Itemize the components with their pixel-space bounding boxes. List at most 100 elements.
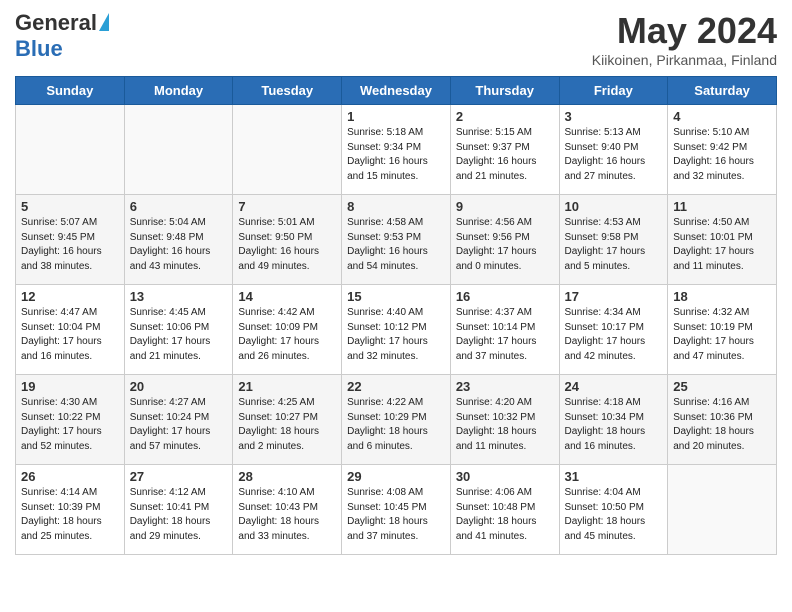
calendar-week-5: 26 Sunrise: 4:14 AM Sunset: 10:39 PM Dayl…: [16, 465, 777, 555]
day-number: 27: [130, 469, 228, 484]
cell-info: Sunrise: 5:13 AM Sunset: 9:40 PM Dayligh…: [565, 126, 663, 184]
day-number: 24: [565, 379, 663, 394]
cell-info: Sunrise: 5:15 AM Sunset: 9:37 PM Dayligh…: [456, 126, 554, 184]
header-thursday: Thursday: [450, 77, 559, 105]
calendar-cell: 30 Sunrise: 4:06 AM Sunset: 10:48 PM Dayl…: [450, 465, 559, 555]
calendar-table: SundayMondayTuesdayWednesdayThursdayFrid…: [15, 76, 777, 555]
logo-general-text: General: [15, 10, 97, 36]
cell-info: Sunrise: 4:14 AM Sunset: 10:39 PM Daylig…: [21, 486, 119, 544]
day-number: 15: [347, 289, 445, 304]
day-number: 2: [456, 109, 554, 124]
day-number: 14: [238, 289, 336, 304]
cell-info: Sunrise: 4:06 AM Sunset: 10:48 PM Daylig…: [456, 486, 554, 544]
cell-info: Sunrise: 4:47 AM Sunset: 10:04 PM Daylig…: [21, 306, 119, 364]
calendar-cell: 10 Sunrise: 4:53 AM Sunset: 9:58 PM Dayli…: [559, 195, 668, 285]
calendar-cell: 14Sunrise: 4:42 AM Sunset: 10:09 PM Dayl…: [233, 285, 342, 375]
cell-info: Sunrise: 4:45 AM Sunset: 10:06 PM Daylig…: [130, 306, 228, 364]
calendar-cell: 7 Sunrise: 5:01 AM Sunset: 9:50 PM Daylig…: [233, 195, 342, 285]
calendar-cell: 8Sunrise: 4:58 AM Sunset: 9:53 PM Daylig…: [342, 195, 451, 285]
cell-info: Sunrise: 5:18 AM Sunset: 9:34 PM Dayligh…: [347, 126, 445, 184]
cell-info: Sunrise: 4:20 AM Sunset: 10:32 PM Daylig…: [456, 396, 554, 454]
calendar-cell: 17 Sunrise: 4:34 AM Sunset: 10:17 PM Dayl…: [559, 285, 668, 375]
calendar-week-1: 1 Sunrise: 5:18 AM Sunset: 9:34 PM Daylig…: [16, 105, 777, 195]
day-number: 13: [130, 289, 228, 304]
day-number: 16: [456, 289, 554, 304]
day-number: 3: [565, 109, 663, 124]
calendar-cell: [16, 105, 125, 195]
day-number: 9: [456, 199, 554, 214]
calendar-cell: [668, 465, 777, 555]
day-number: 17: [565, 289, 663, 304]
header-wednesday: Wednesday: [342, 77, 451, 105]
cell-info: Sunrise: 4:16 AM Sunset: 10:36 PM Daylig…: [673, 396, 771, 454]
day-number: 30: [456, 469, 554, 484]
page-header: General Blue May 2024 Kiikoinen, Pirkanm…: [15, 10, 777, 68]
cell-info: Sunrise: 4:34 AM Sunset: 10:17 PM Daylig…: [565, 306, 663, 364]
calendar-cell: [124, 105, 233, 195]
day-number: 25: [673, 379, 771, 394]
day-number: 7: [238, 199, 336, 214]
day-number: 12: [21, 289, 119, 304]
cell-info: Sunrise: 5:10 AM Sunset: 9:42 PM Dayligh…: [673, 126, 771, 184]
calendar-cell: 28 Sunrise: 4:10 AM Sunset: 10:43 PM Dayl…: [233, 465, 342, 555]
calendar-cell: 6Sunrise: 5:04 AM Sunset: 9:48 PM Daylig…: [124, 195, 233, 285]
month-title: May 2024: [592, 10, 777, 52]
calendar-cell: [233, 105, 342, 195]
calendar-cell: 11 Sunrise: 4:50 AM Sunset: 10:01 PM Dayl…: [668, 195, 777, 285]
day-number: 26: [21, 469, 119, 484]
cell-info: Sunrise: 4:22 AM Sunset: 10:29 PM Daylig…: [347, 396, 445, 454]
cell-info: Sunrise: 4:50 AM Sunset: 10:01 PM Daylig…: [673, 216, 771, 274]
day-number: 29: [347, 469, 445, 484]
cell-info: Sunrise: 4:12 AM Sunset: 10:41 PM Daylig…: [130, 486, 228, 544]
day-number: 21: [238, 379, 336, 394]
cell-info: Sunrise: 4:53 AM Sunset: 9:58 PM Dayligh…: [565, 216, 663, 274]
calendar-cell: 23 Sunrise: 4:20 AM Sunset: 10:32 PM Dayl…: [450, 375, 559, 465]
calendar-cell: 4 Sunrise: 5:10 AM Sunset: 9:42 PM Daylig…: [668, 105, 777, 195]
cell-info: Sunrise: 4:40 AM Sunset: 10:12 PM Daylig…: [347, 306, 445, 364]
day-number: 28: [238, 469, 336, 484]
header-friday: Friday: [559, 77, 668, 105]
calendar-cell: 24 Sunrise: 4:18 AM Sunset: 10:34 PM Dayl…: [559, 375, 668, 465]
calendar-week-3: 12 Sunrise: 4:47 AM Sunset: 10:04 PM Dayl…: [16, 285, 777, 375]
calendar-cell: 12 Sunrise: 4:47 AM Sunset: 10:04 PM Dayl…: [16, 285, 125, 375]
cell-info: Sunrise: 4:32 AM Sunset: 10:19 PM Daylig…: [673, 306, 771, 364]
logo: General Blue: [15, 10, 109, 62]
calendar-cell: 25 Sunrise: 4:16 AM Sunset: 10:36 PM Dayl…: [668, 375, 777, 465]
calendar-week-4: 19 Sunrise: 4:30 AM Sunset: 10:22 PM Dayl…: [16, 375, 777, 465]
cell-info: Sunrise: 4:10 AM Sunset: 10:43 PM Daylig…: [238, 486, 336, 544]
calendar-header-row: SundayMondayTuesdayWednesdayThursdayFrid…: [16, 77, 777, 105]
calendar-cell: 18Sunrise: 4:32 AM Sunset: 10:19 PM Dayl…: [668, 285, 777, 375]
logo-triangle-icon: [99, 13, 109, 31]
calendar-cell: 20 Sunrise: 4:27 AM Sunset: 10:24 PM Dayl…: [124, 375, 233, 465]
cell-info: Sunrise: 4:27 AM Sunset: 10:24 PM Daylig…: [130, 396, 228, 454]
day-number: 11: [673, 199, 771, 214]
day-number: 19: [21, 379, 119, 394]
day-number: 20: [130, 379, 228, 394]
title-area: May 2024 Kiikoinen, Pirkanmaa, Finland: [592, 10, 777, 68]
calendar-cell: 21 Sunrise: 4:25 AM Sunset: 10:27 PM Dayl…: [233, 375, 342, 465]
day-number: 23: [456, 379, 554, 394]
day-number: 4: [673, 109, 771, 124]
cell-info: Sunrise: 4:18 AM Sunset: 10:34 PM Daylig…: [565, 396, 663, 454]
cell-info: Sunrise: 5:01 AM Sunset: 9:50 PM Dayligh…: [238, 216, 336, 274]
location-text: Kiikoinen, Pirkanmaa, Finland: [592, 52, 777, 68]
calendar-cell: 19 Sunrise: 4:30 AM Sunset: 10:22 PM Dayl…: [16, 375, 125, 465]
calendar-cell: 16Sunrise: 4:37 AM Sunset: 10:14 PM Dayl…: [450, 285, 559, 375]
calendar-cell: 13 Sunrise: 4:45 AM Sunset: 10:06 PM Dayl…: [124, 285, 233, 375]
calendar-cell: 22Sunrise: 4:22 AM Sunset: 10:29 PM Dayl…: [342, 375, 451, 465]
day-number: 31: [565, 469, 663, 484]
header-monday: Monday: [124, 77, 233, 105]
calendar-week-2: 5Sunrise: 5:07 AM Sunset: 9:45 PM Daylig…: [16, 195, 777, 285]
calendar-cell: 9Sunrise: 4:56 AM Sunset: 9:56 PM Daylig…: [450, 195, 559, 285]
day-number: 6: [130, 199, 228, 214]
day-number: 1: [347, 109, 445, 124]
calendar-cell: 2 Sunrise: 5:15 AM Sunset: 9:37 PM Daylig…: [450, 105, 559, 195]
calendar-cell: 3 Sunrise: 5:13 AM Sunset: 9:40 PM Daylig…: [559, 105, 668, 195]
calendar-cell: 15 Sunrise: 4:40 AM Sunset: 10:12 PM Dayl…: [342, 285, 451, 375]
day-number: 10: [565, 199, 663, 214]
cell-info: Sunrise: 4:30 AM Sunset: 10:22 PM Daylig…: [21, 396, 119, 454]
calendar-body: 1 Sunrise: 5:18 AM Sunset: 9:34 PM Daylig…: [16, 105, 777, 555]
cell-info: Sunrise: 4:25 AM Sunset: 10:27 PM Daylig…: [238, 396, 336, 454]
cell-info: Sunrise: 4:58 AM Sunset: 9:53 PM Dayligh…: [347, 216, 445, 274]
cell-info: Sunrise: 4:04 AM Sunset: 10:50 PM Daylig…: [565, 486, 663, 544]
